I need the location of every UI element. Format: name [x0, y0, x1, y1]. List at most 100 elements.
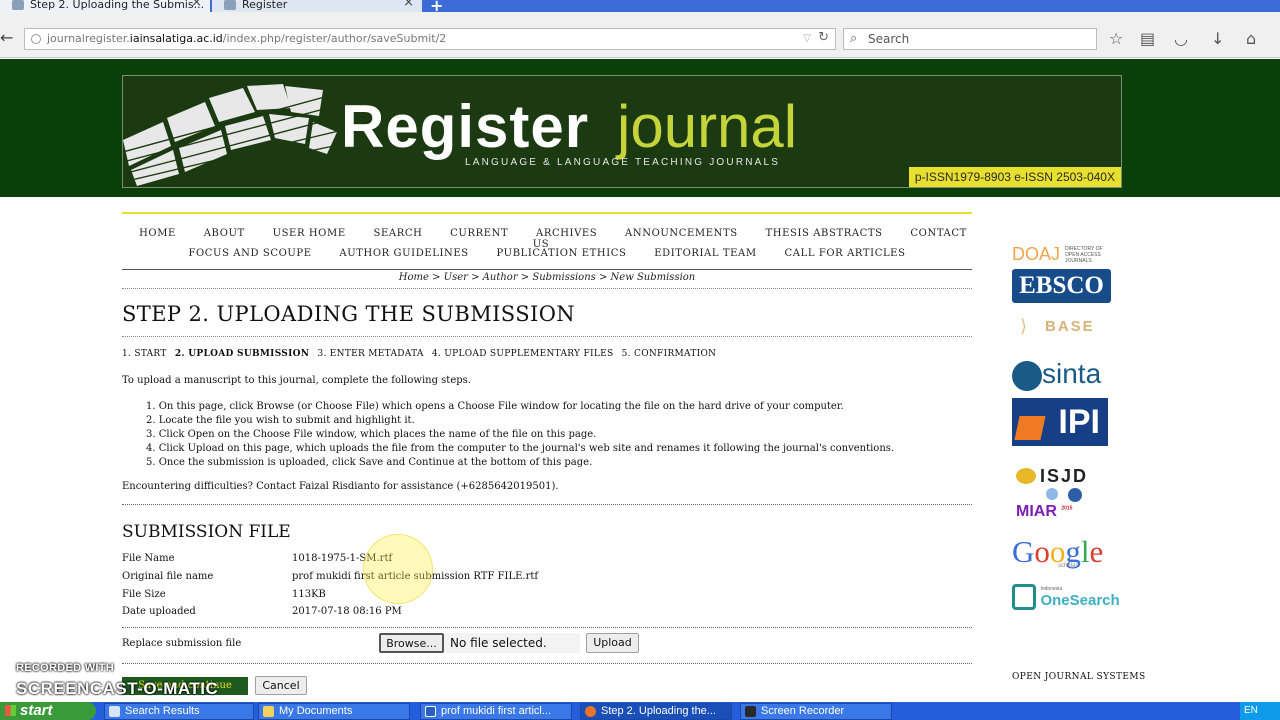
search-input[interactable]: ⌕ Search [843, 28, 1097, 50]
ojs-label[interactable]: OPEN JOURNAL SYSTEMS [1012, 672, 1146, 682]
search-icon: ⌕ [850, 31, 858, 46]
ipi-mark-icon [1014, 416, 1046, 440]
original-file-name-label: Original file name [122, 571, 214, 582]
miar-text: MIAR [1016, 503, 1057, 520]
ipi-logo[interactable]: IPI [1012, 398, 1108, 446]
doaj-logo[interactable]: DOAJ DIRECTORY OF OPEN ACCESS JOURNALS [1012, 244, 1110, 265]
breadcrumb-new-submission[interactable]: New Submission [611, 272, 696, 283]
browse-button[interactable]: Browse... [379, 633, 444, 653]
sinta-logo[interactable]: sinta [1012, 358, 1101, 391]
taskbar-item-word-doc[interactable]: prof mukidi first articl... [420, 703, 572, 720]
breadcrumb-home[interactable]: Home [399, 272, 429, 283]
tab-step2[interactable]: Step 2. Uploading the Submis... × [0, 0, 210, 12]
onesearch-text: OneSearch [1040, 591, 1120, 609]
sinta-globe-icon [1012, 360, 1042, 391]
menu-item-editorial-team[interactable]: EDITORIAL TEAM [654, 248, 757, 259]
menu-item-current[interactable]: CURRENT [450, 228, 508, 239]
taskbar-item-browser[interactable]: Step 2. Uploading the... [580, 703, 732, 720]
taskbar-label: prof mukidi first articl... [441, 705, 552, 717]
recorder-icon [745, 706, 756, 717]
download-icon[interactable]: ↓ [1211, 29, 1224, 48]
onesearch-mark-icon [1012, 584, 1036, 610]
issn-badge: p-ISSN1979-8903 e-ISSN 2503-040X [908, 167, 1121, 187]
step-enter-metadata[interactable]: 3. ENTER METADATA [317, 349, 423, 359]
journal-title-journal: journal [617, 93, 798, 160]
breadcrumb-user[interactable]: User [444, 272, 468, 283]
close-tab-icon[interactable]: × [191, 0, 202, 9]
taskbar-item-search-results[interactable]: Search Results [104, 703, 254, 720]
home-icon[interactable]: ⌂ [1246, 29, 1256, 48]
instruction-item: 1. On this page, click Browse (or Choose… [146, 401, 844, 412]
step-upload-supplementary[interactable]: 4. UPLOAD SUPPLEMENTARY FILES [432, 349, 614, 359]
menu-item-home[interactable]: HOME [139, 228, 176, 239]
reload-icon[interactable]: ↻ [818, 28, 829, 48]
date-uploaded-label: Date uploaded [122, 606, 196, 617]
breadcrumb-separator: > [595, 272, 611, 283]
file-input-status[interactable]: No file selected. [444, 633, 580, 653]
breadcrumb-separator: > [517, 272, 533, 283]
breadcrumb: Home > User > Author > Submissions > New… [122, 272, 972, 289]
isjd-logo[interactable]: ISJD [1040, 466, 1088, 487]
menu-item-announcements[interactable]: ANNOUNCEMENTS [625, 228, 738, 239]
miar-year: 2015 [1061, 505, 1073, 512]
step-start[interactable]: 1. START [122, 349, 167, 359]
help-text: Encountering difficulties? Contact Faiza… [122, 481, 559, 492]
windows-logo-icon [5, 705, 16, 716]
close-tab-icon[interactable]: × [403, 0, 414, 9]
menu-item-contact-us[interactable]: CONTACT US [533, 228, 967, 250]
onesearch-logo[interactable]: Indonesia OneSearch [1012, 584, 1120, 610]
menu-item-archives[interactable]: ARCHIVES [536, 228, 597, 239]
dropdown-icon[interactable]: ▽ [803, 29, 811, 49]
cursor-highlight [363, 534, 433, 604]
menu-item-publication-ethics[interactable]: PUBLICATION ETHICS [497, 248, 627, 259]
back-arrow-icon[interactable]: ← [0, 28, 13, 47]
breadcrumb-submissions[interactable]: Submissions [532, 272, 595, 283]
bookmark-star-icon[interactable]: ☆ [1109, 29, 1123, 48]
language-indicator[interactable]: EN [1244, 705, 1258, 716]
menu-item-search[interactable]: SEARCH [374, 228, 423, 239]
tab-bar: Step 2. Uploading the Submis... × Regist… [0, 0, 1280, 15]
cancel-button[interactable]: Cancel [255, 676, 307, 695]
menu-item-call-for-articles[interactable]: CALL FOR ARTICLES [785, 248, 906, 259]
isjd-seal-icon [1068, 488, 1082, 502]
menu-row-1: HOME ABOUT USER HOME SEARCH CURRENT ARCH… [122, 228, 972, 250]
base-logo[interactable]: BASE [1045, 318, 1095, 335]
menu-item-thesis-abstracts[interactable]: THESIS ABSTRACTS [766, 228, 883, 239]
info-icon[interactable] [31, 34, 41, 44]
pocket-icon[interactable]: ◡ [1174, 29, 1188, 48]
taskbar-item-screen-recorder[interactable]: Screen Recorder [740, 703, 892, 720]
menu-row-2: FOCUS AND SCOUPE AUTHOR GUIDELINES PUBLI… [122, 248, 972, 259]
breadcrumb-author[interactable]: Author [483, 272, 518, 283]
upload-button[interactable]: Upload [586, 633, 639, 653]
base-mark-icon: ⟩ [1020, 316, 1028, 336]
step-confirmation[interactable]: 5. CONFIRMATION [622, 349, 717, 359]
taskbar-item-my-documents[interactable]: My Documents [258, 703, 410, 720]
instruction-item: 2. Locate the file you wish to submit an… [146, 415, 415, 426]
watermark-line1: RECORDED WITH [16, 662, 115, 674]
menu-item-focus-and-scoupe[interactable]: FOCUS AND SCOUPE [188, 248, 311, 259]
instruction-item: 5. Once the submission is uploaded, clic… [146, 457, 593, 468]
site-favicon-icon [224, 0, 236, 10]
miar-logo[interactable]: MIAR 2015 [1016, 503, 1072, 521]
main-menu: HOME ABOUT USER HOME SEARCH CURRENT ARCH… [122, 212, 972, 270]
ebsco-logo[interactable]: EBSCO [1012, 269, 1111, 303]
date-uploaded-value: 2017-07-18 08:16 PM [292, 606, 402, 617]
menu-item-user-home[interactable]: USER HOME [273, 228, 346, 239]
system-tray: EN [1240, 702, 1280, 720]
nav-bar: ← journalregister.iainsalatiga.ac.id/ind… [0, 12, 1280, 58]
sinta-text: sinta [1042, 358, 1102, 389]
site-header: Register journal LANGUAGE & LANGUAGE TEA… [0, 59, 1280, 197]
taskbar-label: Screen Recorder [761, 705, 845, 717]
reading-list-icon[interactable]: ▤ [1140, 29, 1155, 48]
url-bar[interactable]: journalregister.iainsalatiga.ac.id/index… [24, 28, 836, 50]
file-size-value: 113KB [292, 589, 326, 600]
journal-banner[interactable]: Register journal LANGUAGE & LANGUAGE TEA… [122, 75, 1122, 188]
menu-item-about[interactable]: ABOUT [204, 228, 245, 239]
isjd-emblem-icon [1016, 468, 1036, 484]
google-scholar-subtext: scholar [1058, 563, 1078, 569]
menu-item-author-guidelines[interactable]: AUTHOR GUIDELINES [339, 248, 468, 259]
start-button[interactable]: start [0, 702, 96, 720]
step-upload-submission: 2. UPLOAD SUBMISSION [174, 349, 310, 359]
url-path: /index.php/register/author/saveSubmit/2 [222, 32, 447, 45]
tab-register[interactable]: Register × [212, 0, 422, 12]
